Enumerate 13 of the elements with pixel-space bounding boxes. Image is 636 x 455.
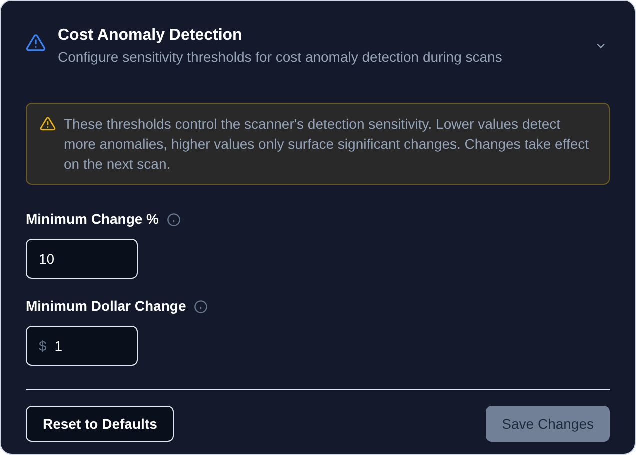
info-icon[interactable] [194, 300, 208, 314]
number-field[interactable]: 10 [26, 239, 138, 279]
action-button[interactable]: Reset to Defaults [26, 406, 174, 442]
field-label: Minimum Dollar Change [26, 297, 186, 316]
info-icon[interactable] [167, 212, 182, 226]
card-subtitle: Configure sensitivity thresholds for cost anomaly detection during scans [58, 48, 504, 67]
warning-icon [40, 116, 56, 132]
notice-text: These thresholds control the scanner's detection sensitivity. Lower values detect more anomalies, higher values only surface significant changes. Changes take effect on the next scan. [64, 115, 590, 174]
number-field[interactable]: $ 1 [26, 326, 138, 366]
card-title: Cost Anomaly Detection [58, 26, 244, 46]
currency-prefix: $ [39, 336, 47, 356]
warning-icon [26, 33, 46, 53]
field-label: Minimum Change % [26, 210, 160, 229]
